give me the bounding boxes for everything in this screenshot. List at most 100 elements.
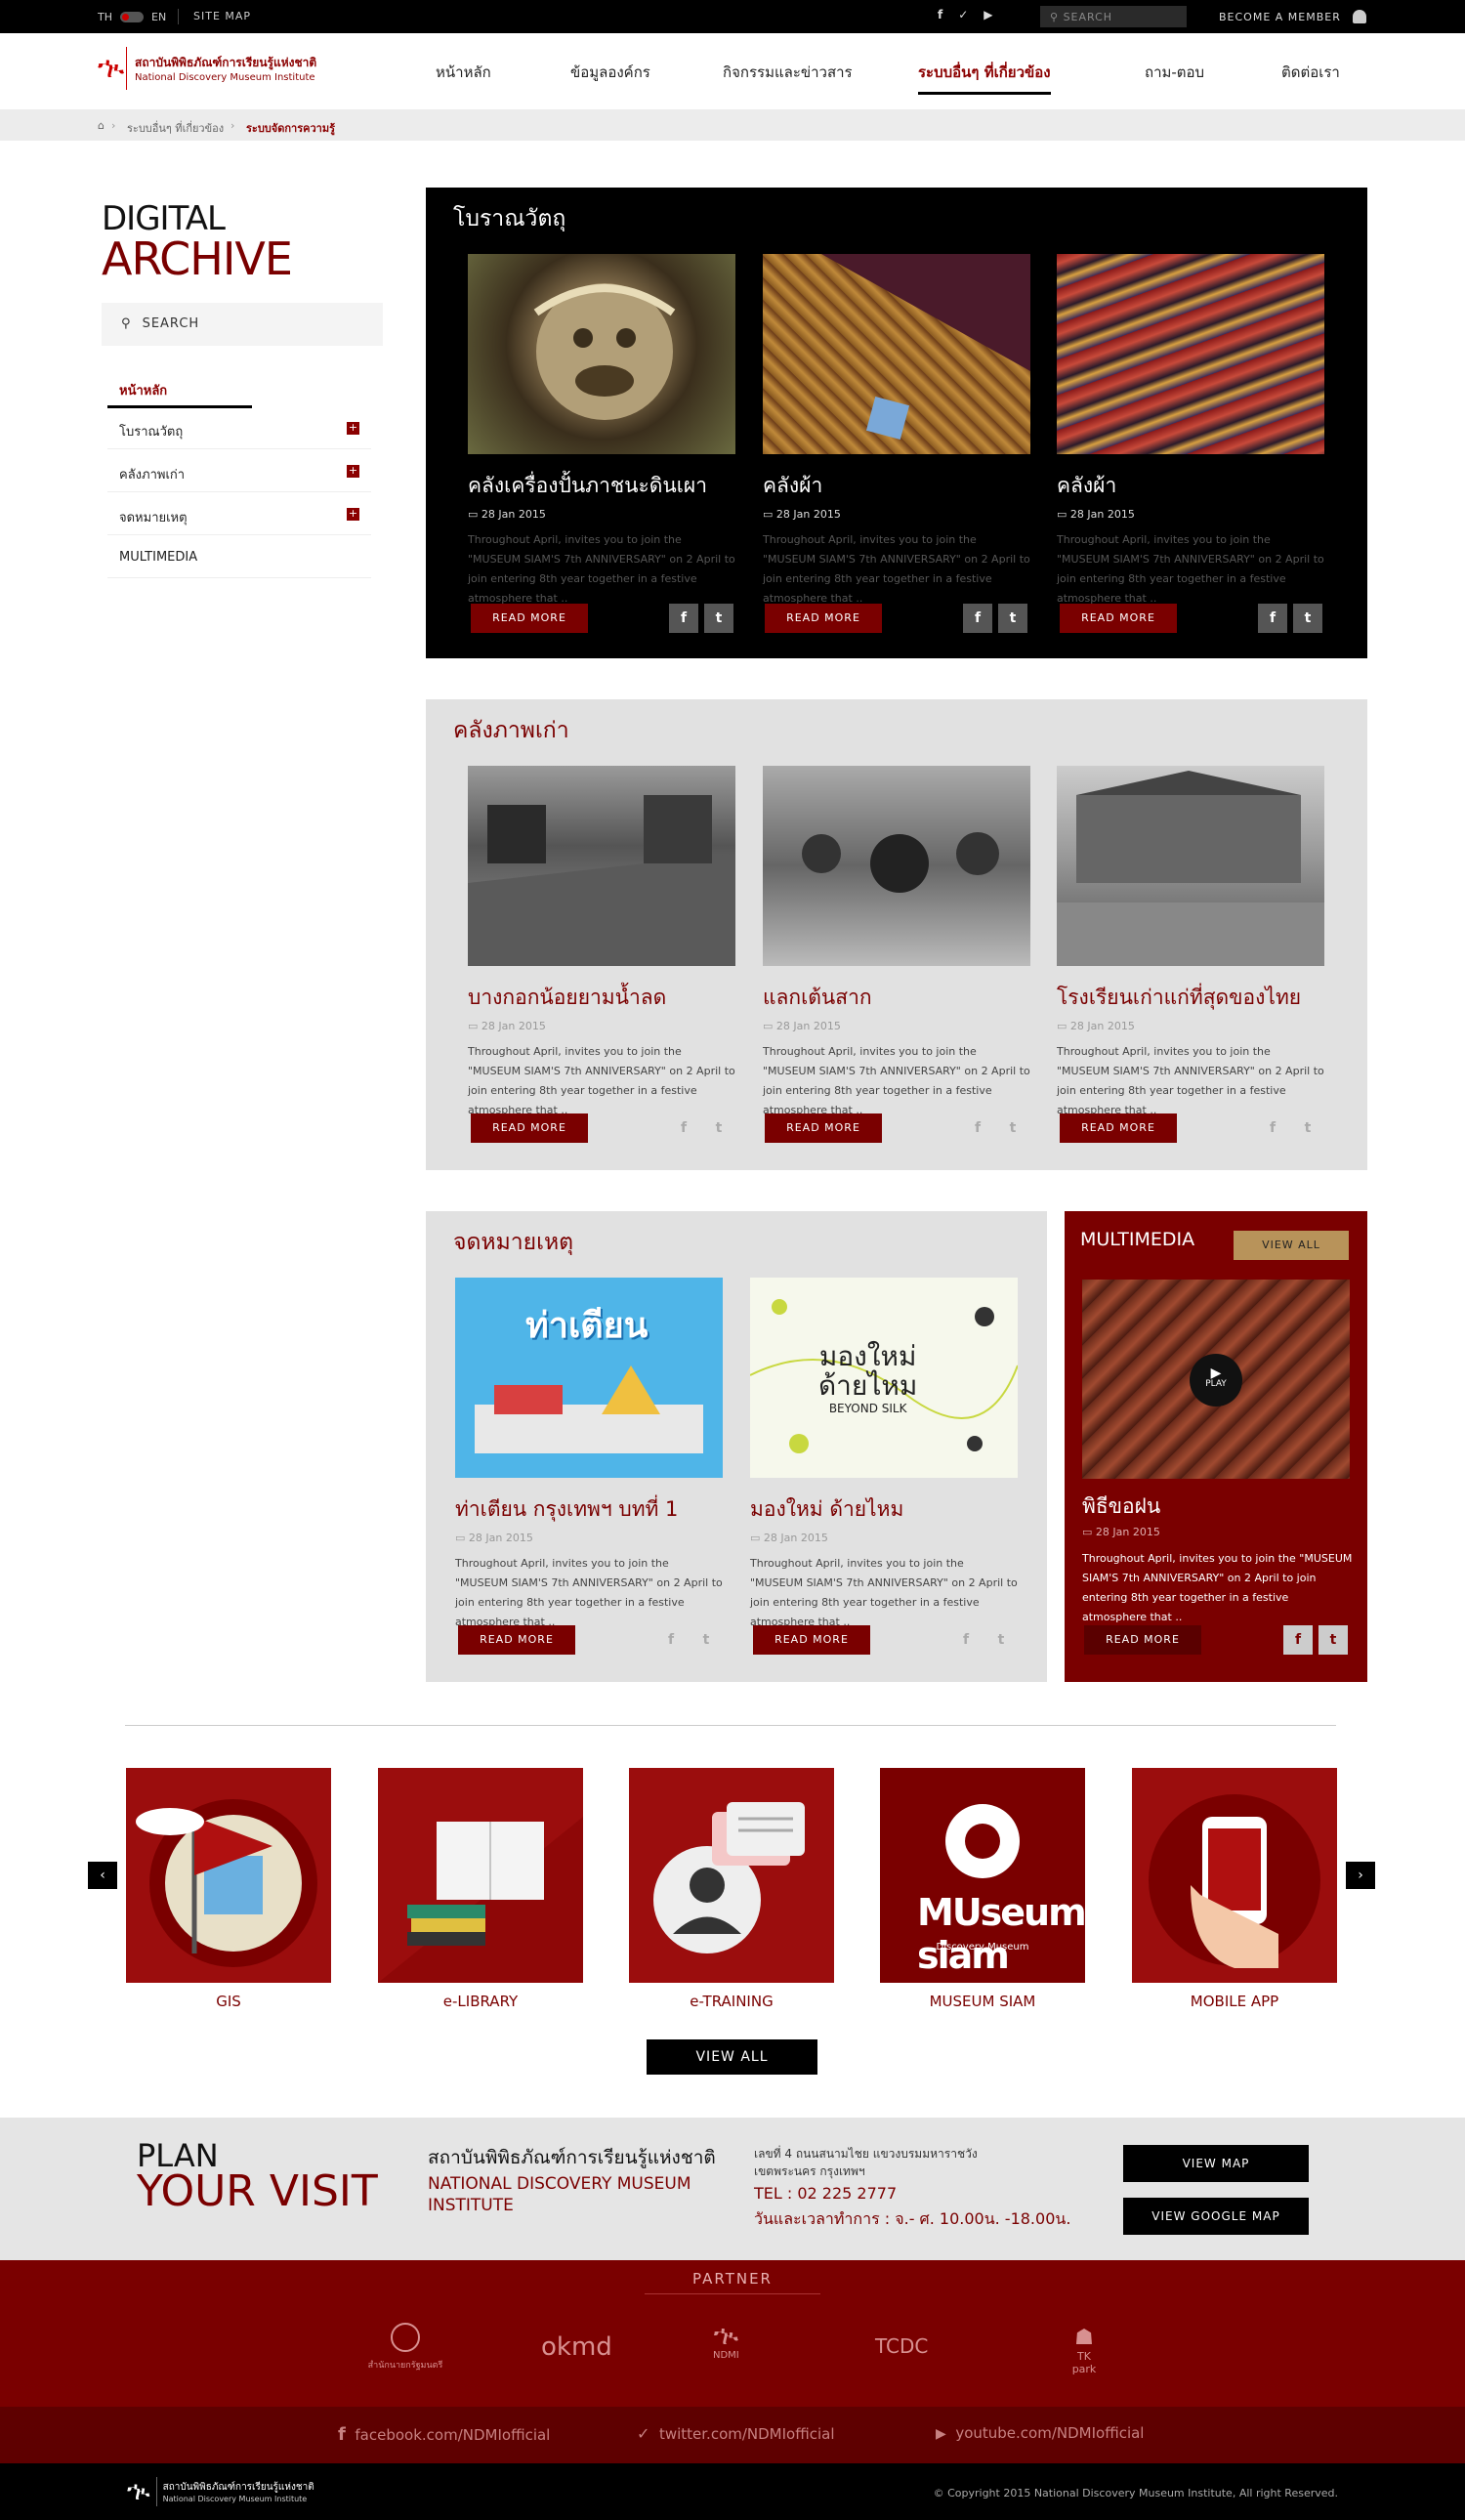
facebook-share-icon[interactable]: f [963, 604, 992, 633]
site-logo[interactable]: ኊ สถาบันพิพิธภัณฑ์การเรียนรู้แห่งชาติ Na… [98, 47, 316, 90]
lang-th[interactable]: TH [98, 11, 112, 23]
card-title[interactable]: บางกอกน้อยยามน้ำลด [468, 982, 735, 1014]
poster-line-1: มองใหม่ [818, 1340, 917, 1372]
card-image[interactable] [1057, 254, 1324, 454]
twitter-share-icon[interactable]: t [704, 1113, 733, 1143]
view-all-button[interactable]: VIEW ALL [1234, 1231, 1349, 1260]
nav-faq[interactable]: ถาม-ตอบ [1145, 61, 1204, 84]
footer-facebook-link[interactable]: f facebook.com/NDMIofficial [338, 2424, 550, 2445]
card-title[interactable]: ท่าเตียน กรุงเทพฯ บทที่ 1 [455, 1493, 723, 1526]
partner-logo-tkpark[interactable]: ☗ TK park [1065, 2327, 1104, 2376]
facebook-share-icon[interactable]: f [1283, 1625, 1313, 1655]
footer-twitter-link[interactable]: ✓ twitter.com/NDMIofficial [637, 2424, 835, 2443]
play-button[interactable]: ▶ PLAY [1190, 1354, 1242, 1407]
museum-siam-tile[interactable]: MUseum siam Discovery Museum [880, 1768, 1085, 1983]
video-thumbnail[interactable]: ▶ PLAY [1082, 1280, 1350, 1479]
nav-contact[interactable]: ติดต่อเรา [1281, 61, 1340, 84]
elibrary-label[interactable]: e-LIBRARY [378, 1993, 583, 2010]
card-title[interactable]: แลกเต้นสาก [763, 982, 1030, 1014]
card-image[interactable]: มองใหม่ ด้ายไหม BEYOND SILK [750, 1278, 1018, 1478]
sidebar-item-antiques[interactable]: โบราณวัตถุ + [107, 406, 371, 449]
museum-siam-label[interactable]: MUSEUM SIAM [880, 1993, 1085, 2010]
card-title[interactable]: คลังเครื่องปั้นภาชนะดินเผา [468, 470, 735, 502]
facebook-share-icon[interactable]: f [669, 604, 698, 633]
twitter-share-icon[interactable]: t [998, 1113, 1027, 1143]
twitter-share-icon[interactable]: t [1293, 1113, 1322, 1143]
youtube-icon[interactable]: ▶ [984, 8, 992, 21]
carousel-prev-button[interactable]: ‹ [88, 1862, 117, 1889]
multimedia-card-title[interactable]: พิธีขอฝน [1082, 1491, 1160, 1523]
read-more-button[interactable]: READ MORE [765, 604, 882, 633]
mobile-app-tile[interactable] [1132, 1768, 1337, 1983]
home-icon[interactable]: ⌂ [98, 119, 105, 132]
partner-logo-okmd[interactable]: okmd [541, 2332, 612, 2362]
language-toggle[interactable] [120, 12, 144, 22]
card-title[interactable]: มองใหม่ ด้ายไหม [750, 1493, 1018, 1526]
etraining-label[interactable]: e-TRAINING [629, 1993, 834, 2010]
card-image[interactable] [763, 766, 1030, 966]
partner-logo-opm[interactable]: สำนักนายกรัฐมนตรี [361, 2323, 449, 2372]
facebook-share-icon[interactable]: f [963, 1113, 992, 1143]
card-image[interactable] [468, 766, 735, 966]
language-switch[interactable]: TH EN [98, 11, 166, 23]
facebook-share-icon[interactable]: f [951, 1625, 981, 1655]
card-image[interactable] [763, 254, 1030, 454]
read-more-button[interactable]: READ MORE [1084, 1625, 1201, 1655]
facebook-share-icon[interactable]: f [669, 1113, 698, 1143]
sidebar-search-input[interactable]: ⚲ SEARCH [102, 303, 383, 346]
footer-logo[interactable]: ኊ สถาบันพิพิธภัณฑ์การเรียนรู้แห่งชาติ Nat… [127, 2477, 314, 2506]
partner-logo-ndmi[interactable]: ኊ NDMI [713, 2321, 739, 2362]
sidebar-item-archives[interactable]: จดหมายเหตุ + [107, 492, 371, 535]
breadcrumb-item-1[interactable]: ระบบอื่นๆ ที่เกี่ยวข้อง [127, 119, 224, 137]
read-more-button[interactable]: READ MORE [471, 604, 588, 633]
gis-label[interactable]: GIS [126, 1993, 331, 2010]
sidebar-item-multimedia[interactable]: MULTIMEDIA [107, 535, 371, 578]
read-more-button[interactable]: READ MORE [1060, 604, 1177, 633]
nav-home[interactable]: หน้าหลัก [436, 61, 491, 84]
facebook-share-icon[interactable]: f [1258, 1113, 1287, 1143]
sidebar-item-photos[interactable]: คลังภาพเก่า + [107, 449, 371, 492]
footer-youtube-link[interactable]: ▶ youtube.com/NDMIofficial [936, 2424, 1144, 2442]
elibrary-tile[interactable] [378, 1768, 583, 1983]
card-title[interactable]: คลังผ้า [763, 470, 1030, 502]
read-more-button[interactable]: READ MORE [1060, 1113, 1177, 1143]
partner-logo-tcdc[interactable]: TCDC [875, 2334, 928, 2358]
read-more-button[interactable]: READ MORE [753, 1625, 870, 1655]
plus-icon[interactable]: + [347, 465, 359, 478]
become-member-link[interactable]: BECOME A MEMBER [1219, 10, 1367, 23]
twitter-share-icon[interactable]: t [704, 604, 733, 633]
read-more-button[interactable]: READ MORE [765, 1113, 882, 1143]
card-image[interactable] [468, 254, 735, 454]
plus-icon[interactable]: + [347, 422, 359, 435]
facebook-share-icon[interactable]: f [656, 1625, 686, 1655]
view-google-map-button[interactable]: VIEW GOOGLE MAP [1123, 2198, 1309, 2235]
nav-activities[interactable]: กิจกรรมและข่าวสาร [723, 61, 853, 84]
card-image[interactable]: ท่าเตียน [455, 1278, 723, 1478]
sidebar-item-home[interactable]: หน้าหลัก [107, 365, 252, 408]
nav-related-systems[interactable]: ระบบอื่นๆ ที่เกี่ยวข้อง [918, 61, 1051, 95]
mobile-app-label[interactable]: MOBILE APP [1132, 1993, 1337, 2010]
twitter-share-icon[interactable]: t [998, 604, 1027, 633]
card-title[interactable]: โรงเรียนเก่าแก่ที่สุดของไทย [1057, 982, 1324, 1014]
twitter-share-icon[interactable]: t [1318, 1625, 1348, 1655]
twitter-share-icon[interactable]: t [1293, 604, 1322, 633]
plus-icon[interactable]: + [347, 508, 359, 521]
read-more-button[interactable]: READ MORE [471, 1113, 588, 1143]
search-input[interactable]: ⚲ SEARCH [1040, 6, 1187, 27]
twitter-share-icon[interactable]: t [986, 1625, 1016, 1655]
card-image[interactable] [1057, 766, 1324, 966]
etraining-tile[interactable] [629, 1768, 834, 1983]
facebook-share-icon[interactable]: f [1258, 604, 1287, 633]
carousel-next-button[interactable]: › [1346, 1862, 1375, 1889]
twitter-icon[interactable]: ✓ [958, 8, 968, 21]
read-more-button[interactable]: READ MORE [458, 1625, 575, 1655]
services-view-all-button[interactable]: VIEW ALL [647, 2039, 817, 2075]
gis-tile[interactable] [126, 1768, 331, 1983]
sitemap-link[interactable]: SITE MAP [193, 10, 251, 22]
view-map-button[interactable]: VIEW MAP [1123, 2145, 1309, 2182]
card-title[interactable]: คลังผ้า [1057, 470, 1324, 502]
lang-en[interactable]: EN [151, 11, 166, 23]
nav-about[interactable]: ข้อมูลองค์กร [570, 61, 650, 84]
twitter-share-icon[interactable]: t [691, 1625, 721, 1655]
facebook-icon[interactable]: f [938, 8, 942, 21]
